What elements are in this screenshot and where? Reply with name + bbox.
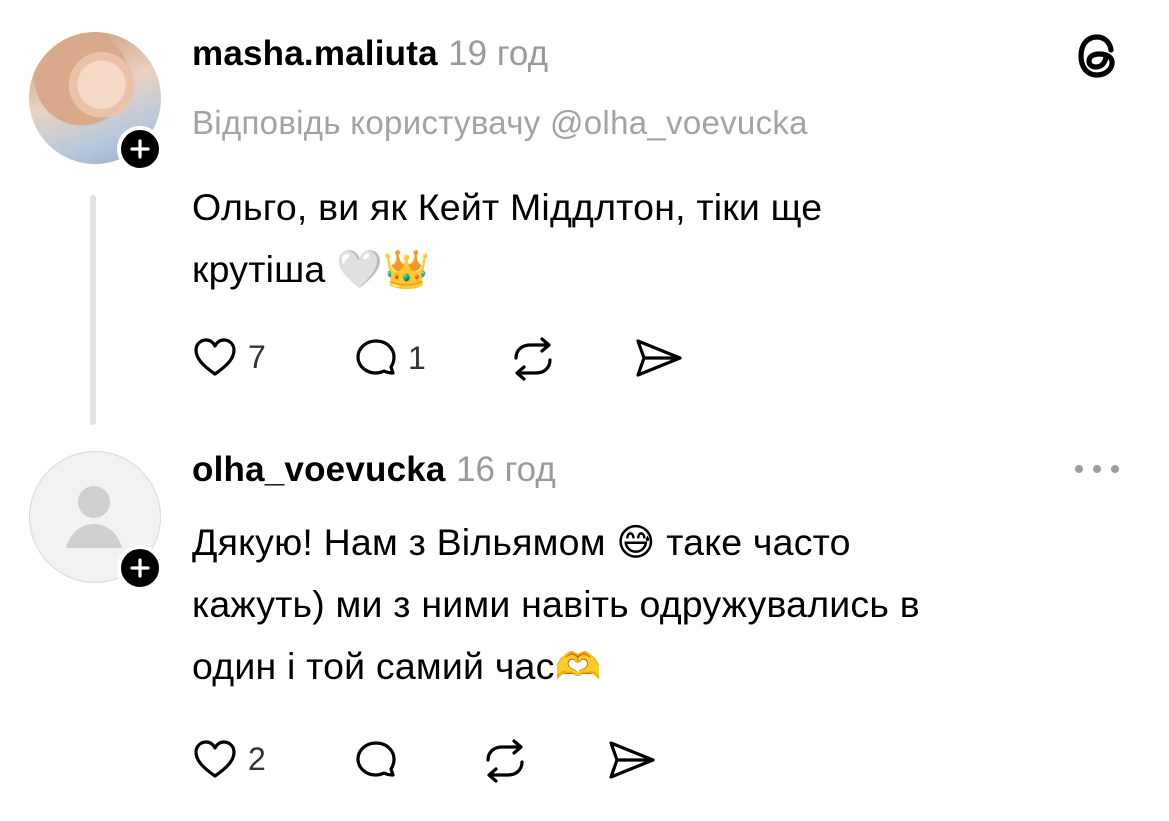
like-count: 7 [248, 338, 266, 375]
username[interactable]: olha_voevucka [192, 450, 446, 489]
comment-text: Дякую! Нам з Вільямом 😅 таке часто кажут… [192, 511, 920, 697]
plus-icon [130, 139, 150, 159]
repost-button[interactable] [480, 738, 530, 784]
share-button[interactable] [605, 738, 657, 782]
comment-text-line: кажуть) ми з ними навіть одружувались в [192, 583, 920, 625]
reply-button[interactable] [352, 737, 400, 783]
reply-count: 1 [408, 339, 426, 376]
comment-text-line: крутіша 🤍👑 [192, 248, 430, 290]
reply-to-label[interactable]: Відповідь користувачу @olha_voevucka [192, 104, 808, 142]
comment-text: Ольго, ви як Кейт Міддлтон, тіки ще крут… [192, 176, 822, 300]
like-button[interactable]: 2 [192, 738, 266, 780]
timestamp: 16 год [456, 450, 556, 489]
share-button[interactable] [632, 336, 684, 380]
repost-button[interactable] [508, 336, 558, 382]
send-icon [609, 741, 655, 779]
username[interactable]: masha.maliuta [192, 34, 438, 73]
follow-button[interactable] [117, 126, 163, 172]
timestamp: 19 год [448, 34, 548, 73]
plus-icon [130, 558, 150, 578]
comment-bubble-icon [356, 741, 396, 777]
follow-button[interactable] [117, 545, 163, 591]
comment-header: olha_voevucka 16 год [192, 450, 556, 490]
more-button[interactable] [1072, 462, 1122, 476]
comment-text-line: Ольго, ви як Кейт Міддлтон, тіки ще [192, 186, 823, 228]
comment-text-line: Дякую! Нам з Вільямом 😅 таке часто [192, 521, 851, 563]
repost-icon [514, 337, 552, 381]
more-dots-icon [1075, 465, 1119, 473]
thread-line [90, 195, 96, 425]
repost-icon [486, 739, 524, 783]
like-button[interactable]: 7 [192, 336, 266, 378]
send-icon [636, 339, 682, 377]
comment-text-line: один і той самий час🫶 [192, 645, 602, 687]
comment-bubble-icon [356, 339, 396, 375]
reply-button[interactable]: 1 [352, 335, 426, 381]
heart-icon [194, 338, 236, 376]
threads-logo-icon[interactable] [1075, 30, 1123, 82]
comment-header: masha.maliuta 19 год [192, 34, 548, 74]
heart-icon [194, 740, 236, 778]
like-count: 2 [248, 740, 266, 777]
